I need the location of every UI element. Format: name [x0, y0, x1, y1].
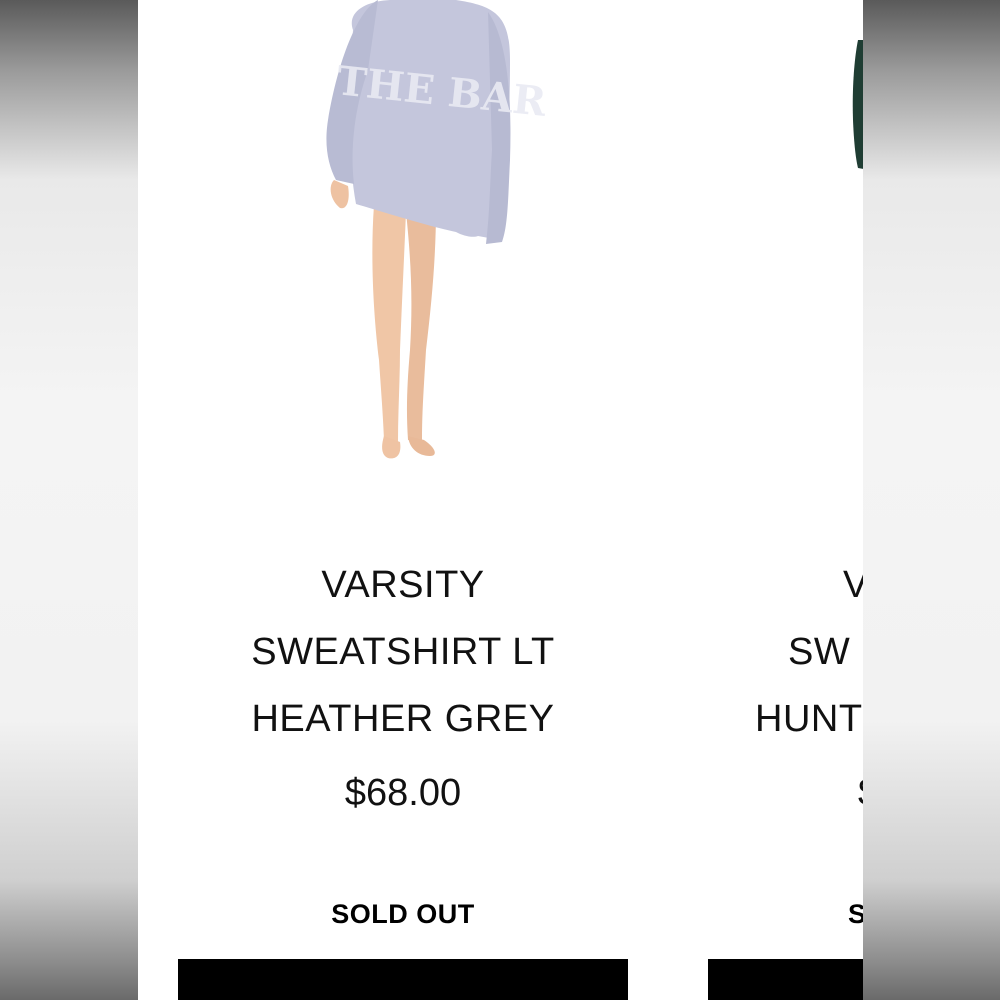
product-title-line: SW — [788, 631, 851, 673]
product-title-line: V — [843, 564, 863, 606]
product-price: $ — [708, 768, 863, 818]
add-to-cart-button[interactable] — [178, 959, 628, 1000]
product-card[interactable]: V SW HUNT $ S — [708, 0, 863, 1000]
blurred-background-right — [863, 0, 1000, 1000]
product-image[interactable] — [708, 0, 863, 480]
sold-out-label: S — [848, 899, 863, 929]
product-card[interactable]: THE BAR VARSITY SWEATSHIRT LT HEATHER GR… — [178, 0, 628, 1000]
add-to-cart-button[interactable] — [708, 959, 863, 1000]
product-title-line: VARSITY — [321, 564, 485, 606]
product-title-line: HEATHER GREY — [251, 698, 555, 740]
product-price: $68.00 — [344, 772, 462, 814]
model-photo-icon: THE BAR — [326, 0, 549, 459]
product-title[interactable]: VARSITY SWEATSHIRT LT HEATHER GREY — [178, 552, 628, 753]
sold-out-label: SOLD OUT — [331, 899, 475, 929]
green-sweatshirt-photo-icon — [852, 40, 863, 169]
product-title[interactable]: V SW HUNT — [708, 552, 863, 753]
sweatshirt-body — [349, 0, 510, 240]
blurred-background-left — [0, 0, 138, 1000]
product-grid: THE BAR VARSITY SWEATSHIRT LT HEATHER GR… — [138, 0, 863, 1000]
product-title-line: SWEATSHIRT LT — [251, 631, 555, 673]
product-image[interactable]: THE BAR — [178, 0, 628, 480]
product-title-line: HUNT — [755, 698, 863, 740]
